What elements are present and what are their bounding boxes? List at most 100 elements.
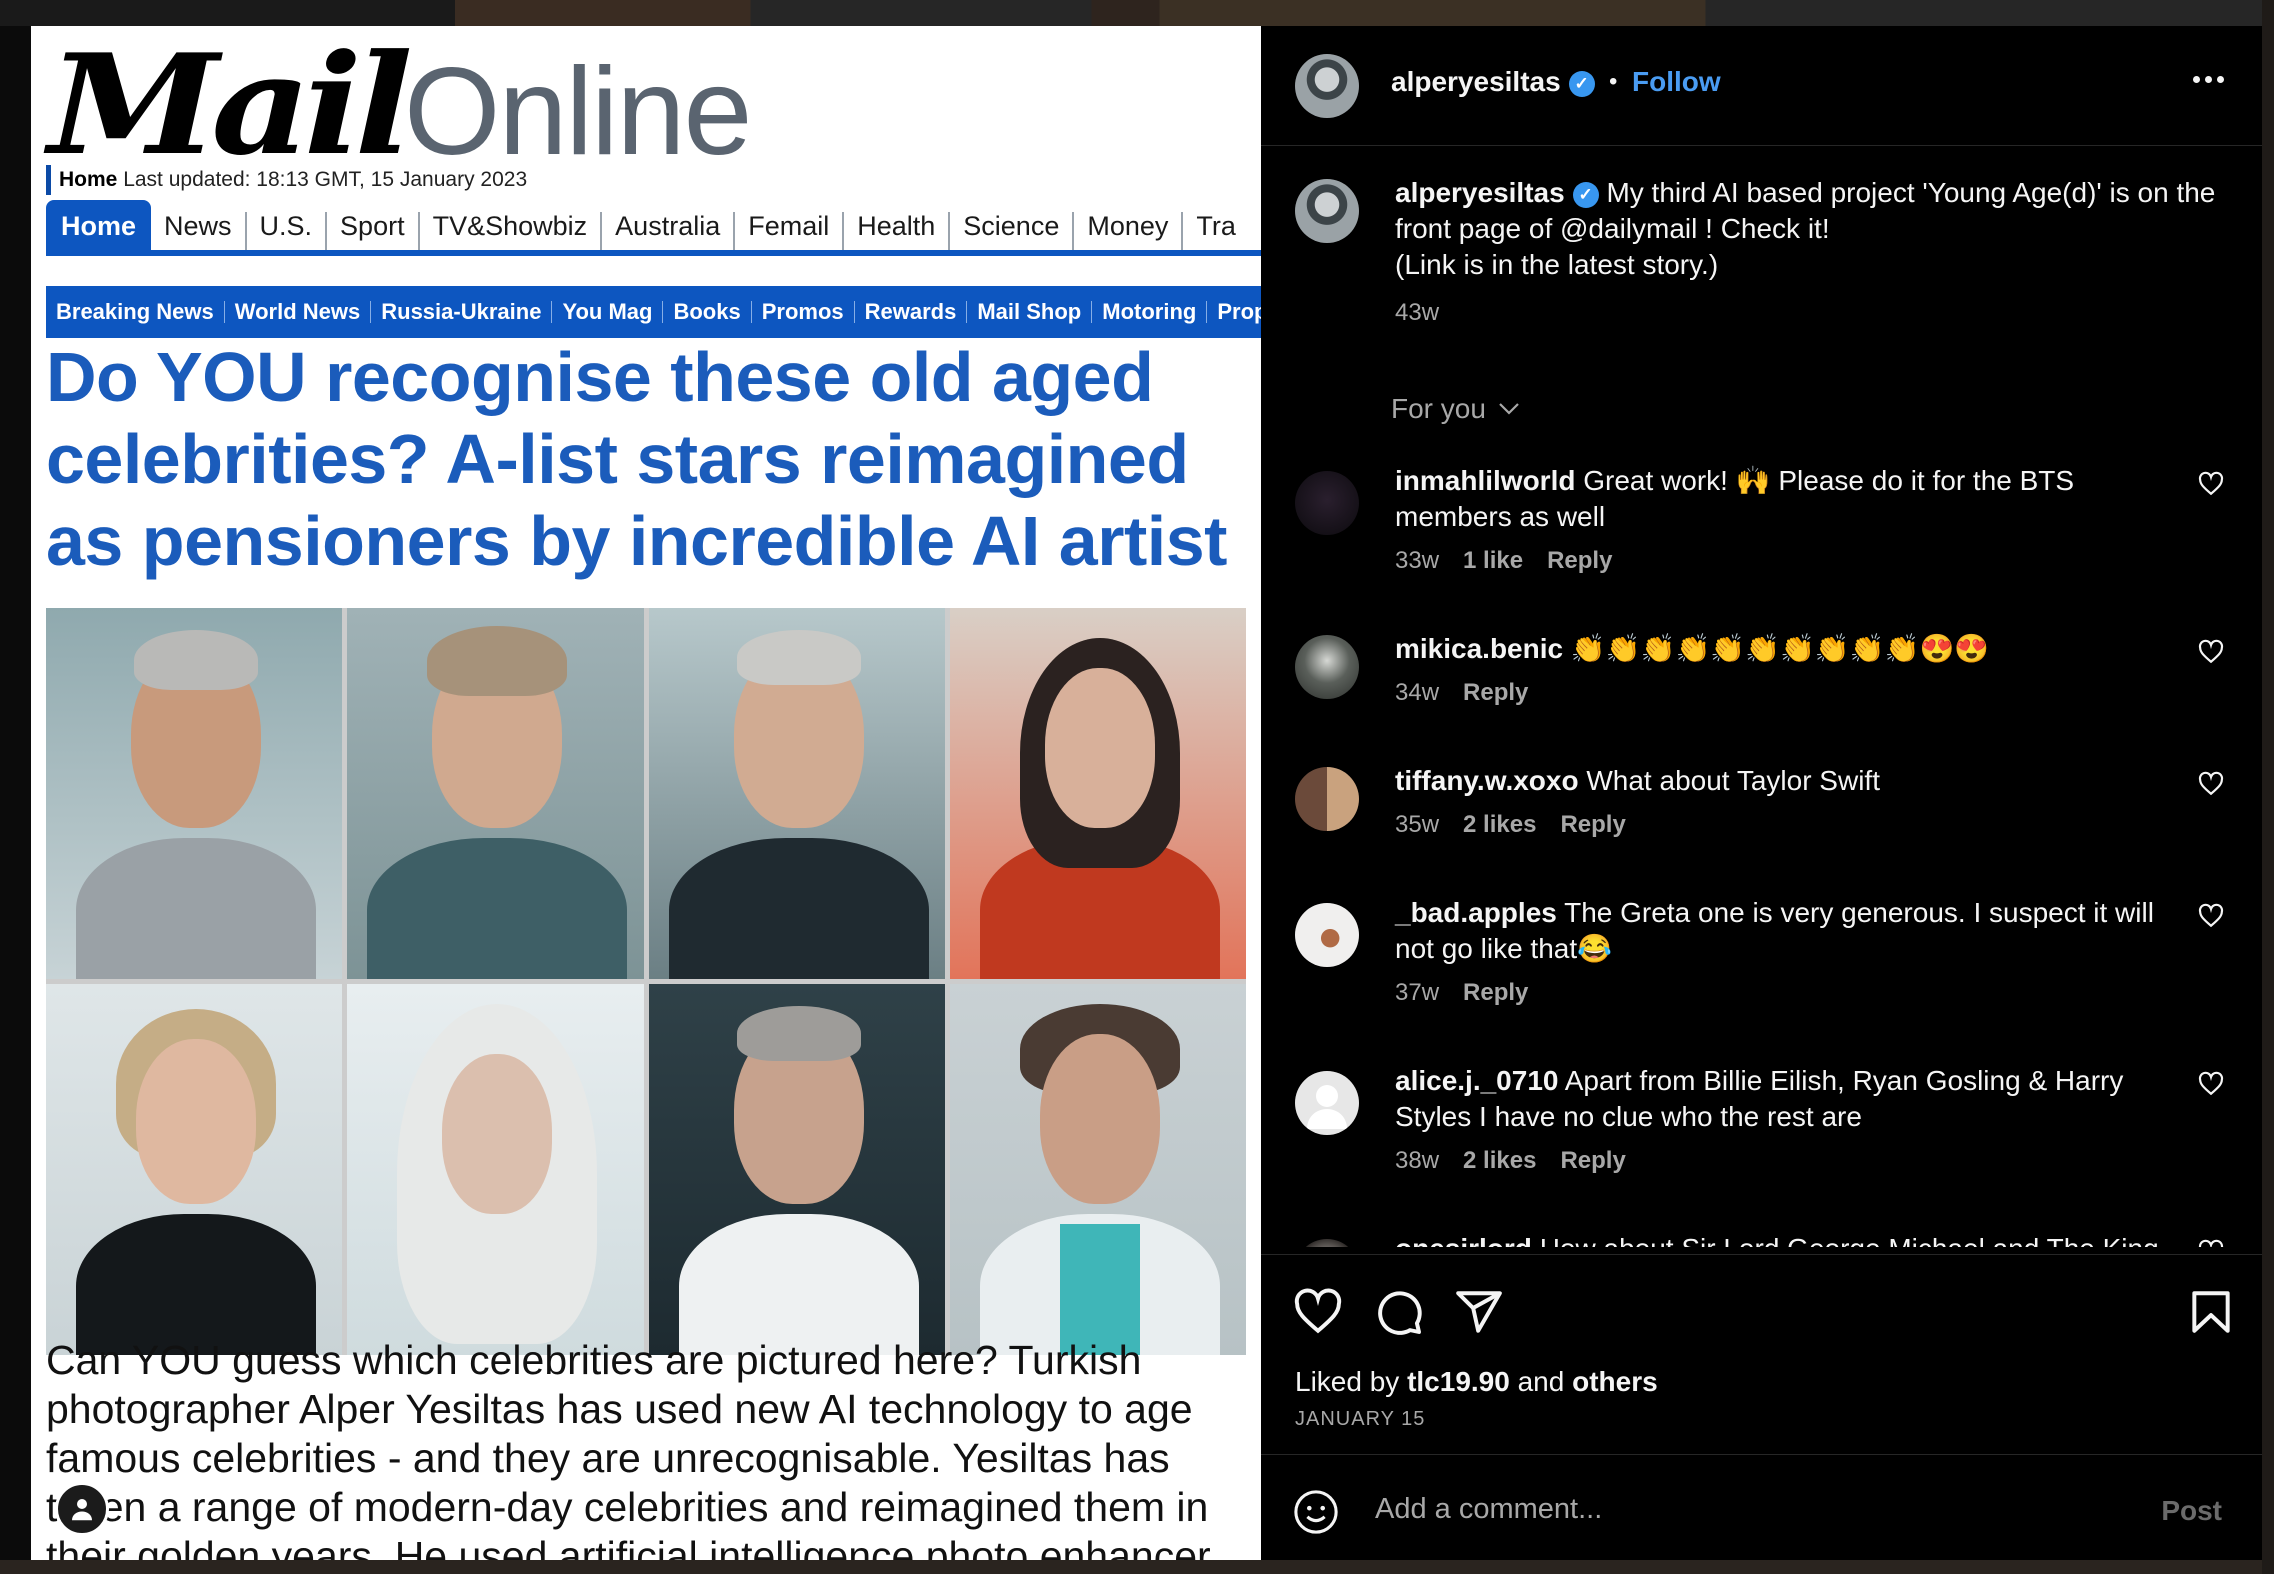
subnav-motoring: Motoring <box>1092 301 1208 323</box>
commenter-avatar[interactable] <box>1295 1071 1359 1135</box>
subnav-mail-shop: Mail Shop <box>967 301 1093 323</box>
bookmark-icon[interactable] <box>2186 1287 2236 1337</box>
portrait-6 <box>347 984 644 1355</box>
comment-age: 37w <box>1395 979 1440 1006</box>
tagged-user-icon[interactable] <box>55 1482 109 1536</box>
follow-button[interactable]: Follow <box>1632 66 1721 98</box>
heart-icon[interactable] <box>2198 903 2224 929</box>
caption-body-line2: (Link is in the latest story.) <box>1395 249 1719 280</box>
updated-text: Last updated: 18:13 GMT, 15 January 2023 <box>117 168 528 191</box>
comment-username[interactable]: alice.j._0710 <box>1395 1065 1558 1096</box>
reply-button[interactable]: Reply <box>1463 679 1528 707</box>
add-comment-bar: Add a comment... Post <box>1261 1454 2262 1560</box>
comment-meta: 33w 1 like Reply <box>1395 547 1612 575</box>
reply-button[interactable]: Reply <box>1463 979 1528 1007</box>
caption-meta: 43w <box>1395 299 1439 327</box>
comment-username[interactable]: mikica.benic <box>1395 633 1563 664</box>
add-comment-input[interactable]: Add a comment... <box>1375 1493 1602 1526</box>
comment-meta: 37w Reply <box>1395 979 1528 1007</box>
nav-tab-travel: Tra <box>1196 211 1236 241</box>
nav-tab-money: Money <box>1074 212 1184 250</box>
nav-tab-tvshowbiz: TV&Showbiz <box>420 212 603 250</box>
comment-text: _bad.apples The Greta one is very genero… <box>1395 895 2185 967</box>
background-top <box>0 0 2274 26</box>
post-date: JANUARY 15 <box>1295 1408 1426 1430</box>
nav-tab-sport: Sport <box>327 212 420 250</box>
article-headline: Do YOU recognise these old aged celebrit… <box>46 338 1227 580</box>
heart-icon[interactable] <box>2198 639 2224 665</box>
background-right <box>2262 0 2274 1574</box>
subnav-world-news: World News <box>225 301 372 323</box>
comment-text: mikica.benic 👏👏👏👏👏👏👏👏👏👏😍😍 <box>1395 631 2185 667</box>
heart-icon[interactable] <box>2198 1239 2224 1247</box>
post-image[interactable]: Mail Online Home Last updated: 18:13 GMT… <box>31 26 1261 1560</box>
last-updated: Home Last updated: 18:13 GMT, 15 January… <box>46 165 527 195</box>
reply-button[interactable]: Reply <box>1560 1147 1625 1175</box>
author-avatar[interactable] <box>1295 54 1359 118</box>
nav-tab-femail: Femail <box>735 212 845 250</box>
comment-likes[interactable]: 1 like <box>1463 547 1523 575</box>
caption-username[interactable]: alperyesiltas <box>1395 177 1565 208</box>
more-options-icon[interactable] <box>2193 76 2224 83</box>
celebrity-photo-grid <box>46 608 1246 1355</box>
liked-by-and: and <box>1517 1366 1565 1397</box>
comment-body: How about Sir Lord George Michael and Th… <box>1540 1233 2159 1247</box>
post-header: alperyesiltas ✓ • Follow <box>1261 26 2262 146</box>
comment-meta: 38w 2 likes Reply <box>1395 1147 1626 1175</box>
caption-age: 43w <box>1395 299 1440 326</box>
heart-icon[interactable] <box>2198 471 2224 497</box>
portrait-2 <box>347 608 644 979</box>
like-heart-icon[interactable] <box>1293 1287 1343 1337</box>
caption-avatar[interactable] <box>1295 179 1359 243</box>
comment-body: 👏👏👏👏👏👏👏👏👏👏😍😍 <box>1570 633 1990 664</box>
action-bar <box>1261 1254 2262 1337</box>
commenter-avatar[interactable] <box>1295 767 1359 831</box>
sort-for-you[interactable]: For you <box>1391 393 1520 425</box>
portrait-5 <box>46 984 343 1355</box>
liked-by-prefix: Liked by <box>1295 1366 1400 1397</box>
share-icon[interactable] <box>1454 1287 1504 1337</box>
comment-username[interactable]: onesirlord <box>1395 1233 1532 1247</box>
liked-by-user[interactable]: tlc19.90 <box>1407 1366 1510 1397</box>
separator-dot: • <box>1609 68 1618 95</box>
portrait-4 <box>949 608 1246 979</box>
comment-username[interactable]: tiffany.w.xoxo <box>1395 765 1579 796</box>
portrait-1 <box>46 608 343 979</box>
author-username[interactable]: alperyesiltas ✓ <box>1391 66 1595 98</box>
caption-text: alperyesiltas ✓ My third AI based project… <box>1395 175 2225 283</box>
comment-text: tiffany.w.xoxo What about Taylor Swift <box>1395 763 2185 799</box>
heart-icon[interactable] <box>2198 771 2224 797</box>
mailonline-logo: Mail Online <box>48 26 752 186</box>
nav-tab-home: Home <box>46 200 152 250</box>
heart-icon[interactable] <box>2198 1071 2224 1097</box>
commenter-avatar[interactable] <box>1295 635 1359 699</box>
subnav-russia-ukraine: Russia-Ukraine <box>371 301 553 323</box>
comment-text: inmahlilworld Great work! 🙌 Please do it… <box>1395 463 2185 535</box>
comment-username[interactable]: _bad.apples <box>1395 897 1557 928</box>
commenter-avatar[interactable] <box>1295 903 1359 967</box>
comment-likes[interactable]: 2 likes <box>1463 811 1536 839</box>
comments-section[interactable]: alperyesiltas ✓ My third AI based project… <box>1261 147 2262 1247</box>
emoji-icon[interactable] <box>1293 1489 1339 1535</box>
comment-icon[interactable] <box>1374 1287 1424 1337</box>
subnav-property: Propert <box>1217 299 1261 324</box>
comment-username[interactable]: inmahlilworld <box>1395 465 1575 496</box>
nav-tab-news: News <box>151 212 247 250</box>
comment-likes[interactable]: 2 likes <box>1463 1147 1536 1175</box>
subnav-rewards: Rewards <box>855 301 968 323</box>
portrait-7 <box>648 984 945 1355</box>
commenter-avatar[interactable] <box>1295 1239 1359 1247</box>
nav-tab-science: Science <box>950 212 1075 250</box>
logo-mail: Mail <box>48 26 413 186</box>
liked-by[interactable]: Liked by tlc19.90 and others <box>1295 1366 1658 1398</box>
liked-by-others[interactable]: others <box>1572 1366 1658 1397</box>
post-comment-button[interactable]: Post <box>2161 1495 2222 1527</box>
reply-button[interactable]: Reply <box>1547 547 1612 575</box>
commenter-avatar[interactable] <box>1295 471 1359 535</box>
verified-icon: ✓ <box>1568 71 1595 97</box>
primary-nav: Home News U.S. Sport TV&Showbiz Australi… <box>46 200 1261 256</box>
reply-button[interactable]: Reply <box>1560 811 1625 839</box>
secondary-nav: Breaking News World News Russia-Ukraine … <box>46 286 1261 338</box>
subnav-you-mag: You Mag <box>552 301 664 323</box>
comment-age: 34w <box>1395 679 1440 706</box>
